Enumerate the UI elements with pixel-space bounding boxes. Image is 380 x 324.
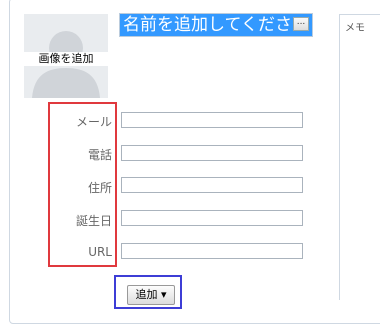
url-label: URL [88,245,112,259]
add-photo-label[interactable]: 画像を追加 [24,52,108,66]
email-label: メール [75,115,112,129]
birthday-label: 誕生日 [75,214,112,228]
phone-field[interactable] [121,145,303,161]
phone-label: 電話 [87,148,112,162]
birthday-field[interactable] [121,210,303,226]
address-field[interactable] [121,177,303,193]
more-button[interactable]: ... [293,17,309,31]
name-field[interactable]: 名前を追加してください [119,13,313,37]
avatar[interactable]: 画像を追加 [24,14,108,98]
email-field[interactable] [121,112,303,128]
add-button[interactable]: 追加 ▾ [127,285,175,305]
memo-field[interactable]: メモ [339,14,380,300]
address-label: 住所 [87,181,112,195]
url-field[interactable] [121,243,303,259]
